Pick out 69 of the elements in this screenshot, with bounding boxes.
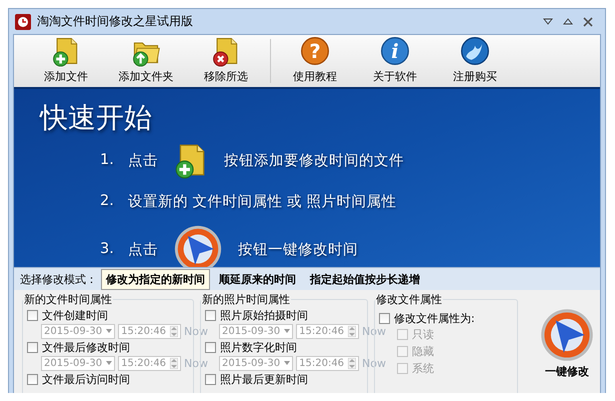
checkbox-label: 照片数字化时间 <box>220 340 297 354</box>
date-field[interactable]: 2015-09-30 <box>219 356 294 370</box>
time-field[interactable]: 15:20:46 <box>118 324 182 338</box>
mode-tab[interactable]: 修改为指定的新时间 <box>101 268 210 290</box>
toolbar-button[interactable]: i 关于软件 <box>355 35 435 87</box>
checkbox[interactable] <box>27 310 38 320</box>
checkbox-label: 系统 <box>412 361 434 376</box>
group-title: 新的照片时间属性 <box>201 292 291 307</box>
time-field[interactable]: 15:20:46 <box>118 356 182 370</box>
mode-tab[interactable]: 顺延原来的时间 <box>214 268 301 290</box>
checkbox[interactable] <box>27 342 38 352</box>
checkbox-label: 文件创建时间 <box>42 308 108 322</box>
checkbox-label: 照片原始拍摄时间 <box>220 308 308 322</box>
now-link[interactable]: Now <box>362 324 386 338</box>
dropdown-triangle-icon[interactable] <box>543 18 553 25</box>
step-number: 3. <box>100 241 114 257</box>
window-title: 淘淘文件时间修改之星试用版 <box>37 13 193 30</box>
checkbox[interactable] <box>397 363 408 374</box>
toolbar-button[interactable]: ? 使用教程 <box>275 35 355 87</box>
checkbox[interactable] <box>397 329 408 340</box>
step-text: 设置新的 文件时间属性 或 照片时间属性 <box>128 192 397 210</box>
step-number: 2. <box>100 193 114 209</box>
info-icon: i <box>378 35 412 67</box>
globe-icon <box>458 35 492 67</box>
checkbox[interactable] <box>379 312 390 324</box>
step-number: 1. <box>100 152 114 168</box>
group-title: 新的文件时间属性 <box>23 292 113 307</box>
close-icon[interactable] <box>583 16 593 26</box>
spinner-arrows-icon <box>170 326 178 336</box>
help-icon: ? <box>298 35 332 67</box>
heading: 快速开始 <box>40 100 152 136</box>
checkbox[interactable] <box>27 374 38 384</box>
up-triangle-icon[interactable] <box>563 18 573 25</box>
dropdown-arrow-icon <box>284 361 290 365</box>
checkbox[interactable] <box>205 374 216 384</box>
step-text: 按钮一键修改时间 <box>238 240 358 258</box>
checkbox[interactable] <box>397 346 408 357</box>
time-field[interactable]: 15:20:46 <box>296 356 360 370</box>
checkbox[interactable] <box>205 310 216 320</box>
checkbox-label: 隐藏 <box>412 344 434 359</box>
step-text: 按钮添加要修改时间的文件 <box>224 152 404 170</box>
checkbox-label: 文件最后修改时间 <box>42 340 130 354</box>
toolbar-button[interactable]: 添加文件夹 <box>106 35 186 87</box>
date-field[interactable]: 2015-09-30 <box>219 324 294 338</box>
step-text: 点击 <box>128 152 158 170</box>
spinner-arrows-icon <box>348 326 356 336</box>
checkbox-label: 修改文件属性为: <box>394 310 475 326</box>
checkbox-label: 照片最后更新时间 <box>220 372 308 386</box>
toolbar-button[interactable]: 移除所选 <box>186 35 266 87</box>
mode-tab[interactable]: 指定起始值按步长递增 <box>305 268 425 290</box>
time-field[interactable]: 15:20:46 <box>296 324 360 338</box>
spinner-arrows-icon <box>348 358 356 368</box>
mode-label: 选择修改模式： <box>20 272 97 286</box>
modify-button[interactable]: 一键修改 <box>538 306 596 393</box>
group-title: 修改文件属性 <box>375 292 443 307</box>
dropdown-arrow-icon <box>106 361 112 365</box>
step-text: 点击 <box>128 240 158 258</box>
checkbox-label: 文件最后访问时间 <box>42 372 130 386</box>
date-field[interactable]: 2015-09-30 <box>41 356 116 370</box>
dropdown-arrow-icon <box>106 329 112 333</box>
toolbar-button[interactable]: 注册购买 <box>435 35 515 87</box>
checkbox-label: 只读 <box>412 327 434 342</box>
now-link[interactable]: Now <box>362 356 386 370</box>
checkbox[interactable] <box>205 342 216 352</box>
spinner-arrows-icon <box>170 358 178 368</box>
dropdown-arrow-icon <box>284 329 290 333</box>
app-clock-icon <box>15 14 31 30</box>
toolbar-button[interactable]: 添加文件 <box>26 35 106 87</box>
date-field[interactable]: 2015-09-30 <box>41 324 116 338</box>
